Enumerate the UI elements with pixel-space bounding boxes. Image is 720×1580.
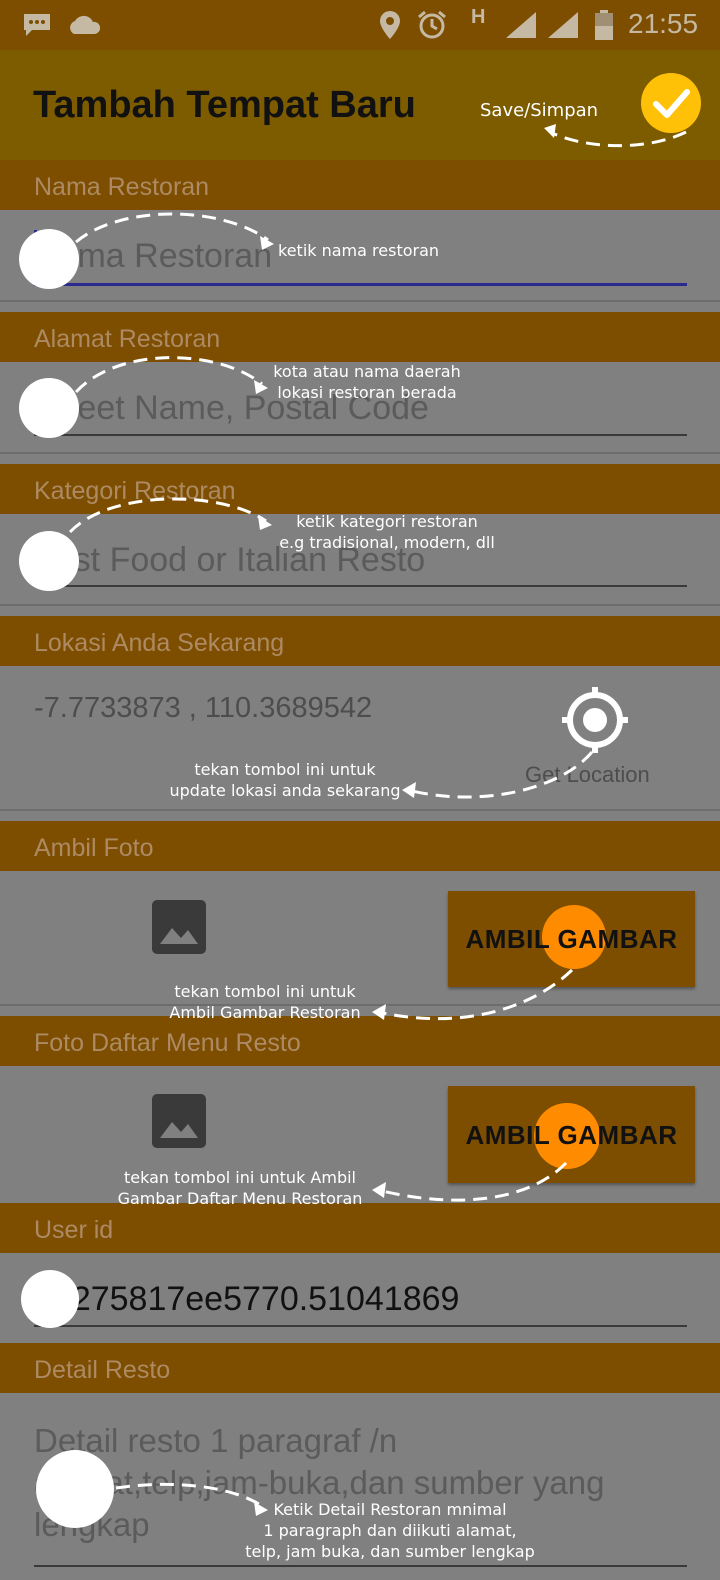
annotation-foto-menu: tekan tombol ini untuk Ambil Gambar Daft… [100,1167,380,1209]
annotation-line: kota atau nama daerah [273,362,461,381]
annotation-line: telp, jam buka, dan sumber lengkap [245,1542,535,1561]
annotation-line: tekan tombol ini untuk [194,760,376,779]
annotation-line: Ambil Gambar Restoran [169,1003,361,1022]
annotation-foto: tekan tombol ini untuk Ambil Gambar Rest… [160,981,370,1023]
annotation-line: 1 paragraph dan diikuti alamat, [263,1521,517,1540]
annotation-line: lokasi restoran berada [277,383,457,402]
annotation-line: Ketik Detail Restoran mnimal [273,1500,507,1519]
annotation-line: tekan tombol ini untuk [174,982,356,1001]
annotation-kategori: ketik kategori restoran e.g tradisional,… [262,511,512,553]
annotation-alamat: kota atau nama daerah lokasi restoran be… [262,361,472,403]
annotation-nama: ketik nama restoran [278,241,440,260]
annotation-line: update lokasi anda sekarang [169,781,401,800]
annotation-line: Gambar Daftar Menu Restoran [117,1189,363,1208]
annotation-line: ketik kategori restoran [296,512,478,531]
annotation-line: e.g tradisional, modern, dll [279,533,495,552]
annotation-lokasi: tekan tombol ini untuk update lokasi and… [160,759,410,801]
annotation-detail: Ketik Detail Restoran mnimal 1 paragraph… [230,1499,550,1562]
annotation-line: tekan tombol ini untuk Ambil [124,1168,356,1187]
